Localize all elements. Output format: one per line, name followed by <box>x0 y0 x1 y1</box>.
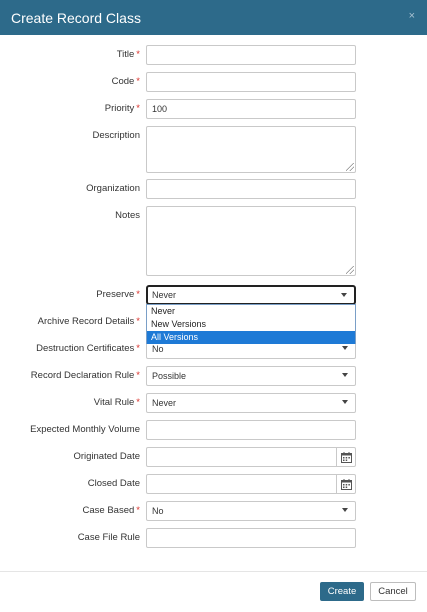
record-declaration-rule-value: Possible <box>152 371 187 381</box>
closed-date-row: Closed Date <box>0 474 427 494</box>
notes-row: Notes <box>0 206 427 276</box>
calendar-icon[interactable] <box>336 448 355 466</box>
notes-label: Notes <box>115 210 140 221</box>
case-based-select[interactable]: No <box>146 501 356 521</box>
preserve-value: Never <box>152 290 177 300</box>
destruction-certificates-label: Destruction Certificates * <box>36 343 140 354</box>
originated-date-input[interactable] <box>146 447 356 467</box>
vital-rule-select[interactable]: Never <box>146 393 356 413</box>
title-input[interactable] <box>146 45 356 65</box>
originated-date-label: Originated Date <box>73 451 140 462</box>
record-declaration-rule-label: Record Declaration Rule * <box>30 370 140 381</box>
title-label: Title * <box>116 49 140 60</box>
closed-date-label: Closed Date <box>87 478 140 489</box>
code-row: Code * <box>0 72 427 92</box>
organization-input[interactable] <box>146 179 356 199</box>
preserve-option-new-versions[interactable]: New Versions <box>147 318 355 331</box>
code-input[interactable] <box>146 72 356 92</box>
description-label: Description <box>92 130 140 141</box>
notes-textarea[interactable] <box>146 206 356 276</box>
preserve-label: Preserve * <box>96 289 140 300</box>
vital-rule-value: Never <box>152 398 177 408</box>
footer-divider <box>0 571 427 572</box>
chevron-down-icon <box>342 508 348 512</box>
cancel-button[interactable]: Cancel <box>370 582 416 601</box>
chevron-down-icon <box>342 346 348 350</box>
case-file-rule-label: Case File Rule <box>77 532 140 543</box>
title-row: Title * <box>0 45 427 65</box>
case-file-rule-row: Case File Rule <box>0 528 427 548</box>
create-button[interactable]: Create <box>320 582 364 601</box>
record-declaration-rule-row: Record Declaration Rule * Possible <box>0 366 427 386</box>
archive-record-details-label: Archive Record Details * <box>37 316 140 327</box>
preserve-row: Preserve * Never <box>0 285 427 305</box>
case-based-value: No <box>152 506 164 516</box>
organization-label: Organization <box>86 183 140 194</box>
dialog-title: Create Record Class <box>11 9 141 26</box>
case-based-label: Case Based * <box>82 505 140 516</box>
resize-grip-icon[interactable] <box>346 163 354 171</box>
calendar-icon[interactable] <box>336 475 355 493</box>
code-label: Code * <box>111 76 140 87</box>
destruction-certificates-value: No <box>152 344 164 354</box>
closed-date-input[interactable] <box>146 474 356 494</box>
priority-input[interactable]: 100 <box>146 99 356 119</box>
description-row: Description <box>0 126 427 173</box>
chevron-down-icon <box>341 293 347 297</box>
priority-label: Priority * <box>104 103 140 114</box>
originated-date-row: Originated Date <box>0 447 427 467</box>
expected-monthly-volume-label: Expected Monthly Volume <box>30 424 140 435</box>
preserve-select[interactable]: Never <box>146 285 356 305</box>
chevron-down-icon <box>342 400 348 404</box>
case-based-row: Case Based * No <box>0 501 427 521</box>
dialog-header: Create Record Class × <box>0 0 427 35</box>
chevron-down-icon <box>342 373 348 377</box>
expected-monthly-volume-row: Expected Monthly Volume <box>0 420 427 440</box>
vital-rule-label: Vital Rule * <box>93 397 140 408</box>
preserve-dropdown-list: Never New Versions All Versions <box>146 304 356 344</box>
preserve-option-never[interactable]: Never <box>147 305 355 318</box>
description-textarea[interactable] <box>146 126 356 173</box>
priority-row: Priority * 100 <box>0 99 427 119</box>
close-icon[interactable]: × <box>409 10 415 22</box>
organization-row: Organization <box>0 179 427 199</box>
record-declaration-rule-select[interactable]: Possible <box>146 366 356 386</box>
vital-rule-row: Vital Rule * Never <box>0 393 427 413</box>
resize-grip-icon[interactable] <box>346 266 354 274</box>
expected-monthly-volume-input[interactable] <box>146 420 356 440</box>
case-file-rule-input[interactable] <box>146 528 356 548</box>
preserve-option-all-versions[interactable]: All Versions <box>147 331 355 344</box>
